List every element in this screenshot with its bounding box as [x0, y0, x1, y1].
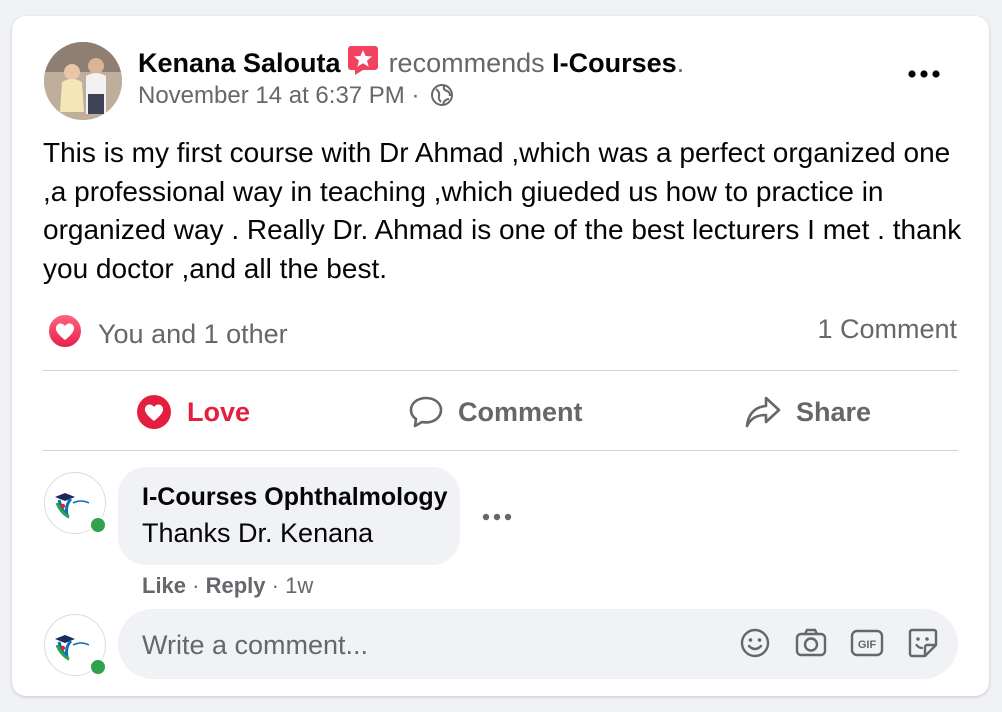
recommends-text: recommends [388, 48, 545, 78]
post-body: This is my first course with Dr Ahmad ,w… [43, 137, 962, 284]
comment-like-link[interactable]: Like [142, 573, 186, 598]
camera-icon[interactable] [794, 626, 828, 660]
author-avatar[interactable] [44, 42, 122, 120]
comment-separator: · [186, 573, 206, 598]
share-button[interactable]: Share [744, 392, 871, 432]
page-link[interactable]: I-Courses [552, 48, 677, 78]
recommend-badge-icon [347, 44, 379, 83]
comment-text: Thanks Dr. Kenana [142, 518, 374, 548]
post-options-icon[interactable] [907, 66, 941, 82]
comment-label: Comment [458, 396, 583, 427]
comment-input[interactable]: Write a comment... [142, 630, 368, 661]
comment-composer[interactable]: Write a comment... GIF [118, 609, 958, 679]
comment-reply-link[interactable]: Reply [206, 573, 266, 598]
emoji-icon[interactable] [738, 626, 772, 660]
meta-separator: · [404, 82, 427, 109]
comment-button[interactable]: Comment [408, 392, 583, 432]
divider [43, 370, 958, 371]
post-timestamp[interactable]: November 14 at 6:37 PM [138, 82, 405, 109]
comment-separator: · [265, 573, 286, 598]
comment-age[interactable]: 1w [285, 573, 313, 598]
heart-icon [137, 395, 171, 429]
comment-bubble: I-Courses Ophthalmology Thanks Dr. Kenan… [118, 467, 460, 565]
love-button[interactable]: Love [135, 392, 250, 432]
author-photo [44, 42, 122, 120]
divider [43, 450, 958, 451]
reaction-summary[interactable]: You and 1 other [46, 312, 288, 357]
sticker-icon[interactable] [906, 626, 940, 660]
comment-count[interactable]: 1 Comment [817, 314, 957, 345]
gif-icon[interactable]: GIF [850, 626, 884, 660]
comment-icon [409, 396, 443, 428]
post-meta: November 14 at 6:37 PM · [138, 82, 454, 114]
love-label: Love [187, 396, 251, 427]
author-line: Kenana Salouta recommends I-Courses. [138, 44, 684, 83]
post-card: Kenana Salouta recommends I-Courses. Nove… [12, 16, 989, 696]
svg-text:GIF: GIF [858, 639, 877, 651]
comment-actions: Like · Reply · 1w [142, 573, 313, 599]
page-suffix: . [676, 48, 685, 78]
online-status-dot [89, 516, 107, 534]
share-icon [745, 396, 781, 428]
comment-options-icon[interactable] [482, 510, 512, 524]
share-label: Share [796, 396, 872, 427]
globe-icon [430, 83, 454, 114]
author-name[interactable]: Kenana Salouta [138, 48, 341, 78]
online-status-dot [89, 658, 107, 676]
comment-author[interactable]: I-Courses Ophthalmology [142, 483, 448, 512]
reaction-summary-text: You and 1 other [98, 319, 288, 349]
heart-reaction-icon [46, 312, 84, 357]
